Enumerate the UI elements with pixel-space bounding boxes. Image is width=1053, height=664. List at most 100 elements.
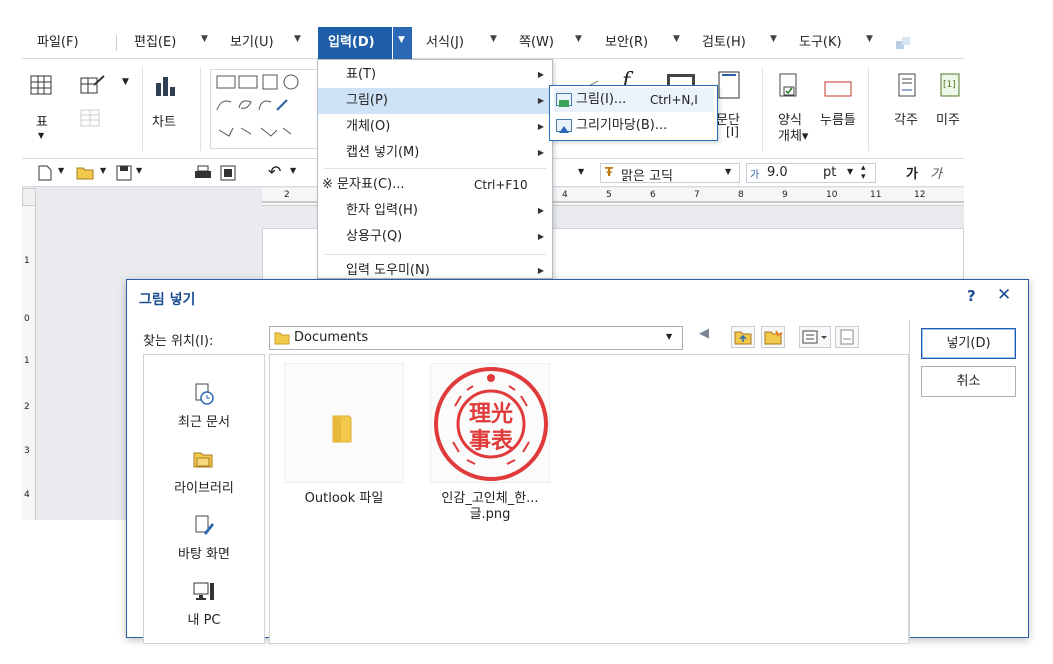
chevron-down-icon[interactable]: ▼ [290,166,296,175]
file-name[interactable]: Outlook 파일 [284,491,404,507]
chevron-down-icon[interactable]: ▼ [770,34,777,44]
submenu-item-gallery[interactable]: 그리기마당(B)... [554,114,714,138]
vertical-ruler[interactable]: 1 0 1 2 3 4 [22,206,36,520]
ruler-corner[interactable] [22,188,36,206]
undo-icon[interactable]: ↶ [268,162,281,181]
menu-item-hanja[interactable]: 한자 입력(H) ▶ [318,198,552,224]
table-edit-icon[interactable] [80,75,106,99]
seal-image: 理光 事表 [433,366,549,486]
insert-button[interactable]: 넣기(D) [921,328,1016,359]
preview-icon[interactable] [220,165,236,185]
menu-item-symbol[interactable]: ※ 문자표(C)... Ctrl+F10 [318,172,552,198]
help-button[interactable]: ? [967,287,976,305]
chevron-down-icon: ▼ [398,35,405,45]
menu-page[interactable]: 쪽(W) [519,33,554,53]
submenu-arrow-icon: ▶ [537,122,544,131]
new-document-icon[interactable] [38,165,52,185]
close-button[interactable]: ✕ [997,285,1011,305]
chevron-down-icon[interactable]: ▼ [58,166,64,175]
ruler-tick: 4 [24,490,30,500]
chevron-down-icon[interactable]: ▼ [201,34,208,44]
place-recent-documents[interactable]: 최근 문서 [144,383,264,433]
view-menu-button[interactable] [799,326,831,348]
input-field-icon[interactable] [824,81,854,101]
chevron-down-icon[interactable]: ▼ [38,131,44,140]
file-item-outlook-folder[interactable] [284,363,404,483]
place-this-pc[interactable]: 내 PC [144,581,264,631]
style-dropdown-arrow[interactable]: ▼ [578,163,600,183]
spin-icon[interactable]: ▴ ▾ [861,164,866,182]
desktop-icon [192,515,216,537]
click-field-label[interactable]: 누름틀 [820,109,856,128]
menu-file[interactable]: 파일(F) [37,33,79,53]
save-icon[interactable] [116,165,132,185]
input-menu-dropdown: 표(T) ▶ 그림(P) ▶ 개체(O) ▶ 캡션 넣기(M) ▶ ※ 문자표(… [317,59,553,279]
new-folder-button[interactable] [761,326,785,348]
lookin-combo[interactable]: Documents ▼ [269,326,683,350]
menu-item-label: 개체(O) [346,119,391,134]
menu-item-object[interactable]: 개체(O) ▶ [318,114,552,140]
chevron-down-icon[interactable]: ▼ [136,166,142,175]
endnote-icon[interactable]: [1] [940,73,962,101]
paragraph-icon[interactable] [716,71,742,105]
extras-icon[interactable] [895,35,911,51]
shapes-gallery[interactable] [210,69,318,149]
submenu-arrow-icon: ▶ [537,70,544,79]
chevron-down-icon[interactable]: ▼ [575,34,582,44]
chevron-down-icon[interactable]: ▼ [294,34,301,44]
cancel-button[interactable]: 취소 [921,366,1016,397]
menu-item-input-helper[interactable]: 입력 도우미(N) ▶ [318,258,552,278]
gallery-icon [556,119,572,133]
chevron-down-icon[interactable]: ▼ [490,34,497,44]
form-object-icon[interactable] [778,73,800,103]
form-object-label2[interactable]: 개체▾ [778,125,808,144]
menu-item-caption[interactable]: 캡션 넣기(M) ▶ [318,140,552,166]
svg-text:理光: 理光 [469,401,513,427]
font-name-combo[interactable]: Ŧ 맑은 고딕 ▼ [600,163,740,184]
chevron-down-icon: ▼ [725,167,732,176]
menu-format[interactable]: 서식(J) [426,33,464,53]
menu-edit[interactable]: 편집(E) [134,33,176,53]
file-list[interactable]: Outlook 파일 理光 事表 인감_고인체_한... 글.png [269,354,909,644]
footnote-label[interactable]: 각주 [894,109,918,128]
menu-security[interactable]: 보안(R) [605,33,648,53]
place-libraries[interactable]: 라이브러리 [144,449,264,499]
submenu-item-image-file[interactable]: 그림(I)... Ctrl+N,I [554,88,714,112]
back-button[interactable]: ◀ [699,326,723,348]
print-icon[interactable] [194,165,212,185]
ruler-tick: 0 [24,314,30,324]
chevron-down-icon: ▼ [847,167,854,176]
place-desktop[interactable]: 바탕 화면 [144,515,264,565]
table-icon[interactable] [30,75,52,99]
open-folder-icon[interactable] [76,165,96,185]
menu-input[interactable]: 입력(D) [328,33,375,53]
menu-item-table[interactable]: 표(T) ▶ [318,62,552,88]
menu-item-label: 입력 도우미(N) [346,263,430,278]
chevron-down-icon[interactable]: ▼ [100,166,106,175]
image-icon [556,93,572,107]
menu-view[interactable]: 보기(U) [230,33,274,53]
file-item-seal-image[interactable]: 理光 事表 [430,363,550,483]
chart-icon[interactable] [154,75,178,101]
chevron-down-icon[interactable]: ▼ [866,34,873,44]
italic-button[interactable]: 가 [930,163,942,182]
file-name[interactable]: 인감_고인체_한... 글.png [430,491,550,523]
menu-item-image[interactable]: 그림(P) ▶ [318,88,552,114]
menu-item-phrases[interactable]: 상용구(Q) ▶ [318,224,552,250]
endnote-label[interactable]: 미주 [936,109,960,128]
footnote-icon[interactable] [898,73,918,101]
menu-input-dropdown[interactable]: ▼ [392,27,412,59]
submenu-item-shortcut: Ctrl+N,I [650,93,698,107]
font-size-combo[interactable]: 가 9.0 pt ▼ ▴ ▾ [746,163,876,183]
table-button-label[interactable]: 표 [36,111,48,130]
bold-button[interactable]: 가 [906,163,918,182]
paragraph-sub-icon: [I] [726,125,739,139]
menu-review[interactable]: 검토(H) [702,33,746,53]
submenu-item-label: 그리기마당(B)... [576,118,668,133]
chevron-down-icon[interactable]: ▼ [122,77,129,87]
up-folder-button[interactable] [731,326,755,348]
chart-button-label[interactable]: 차트 [152,111,176,130]
preview-pane-button[interactable] [835,326,859,348]
menu-tools[interactable]: 도구(K) [799,33,842,53]
chevron-down-icon[interactable]: ▼ [673,34,680,44]
